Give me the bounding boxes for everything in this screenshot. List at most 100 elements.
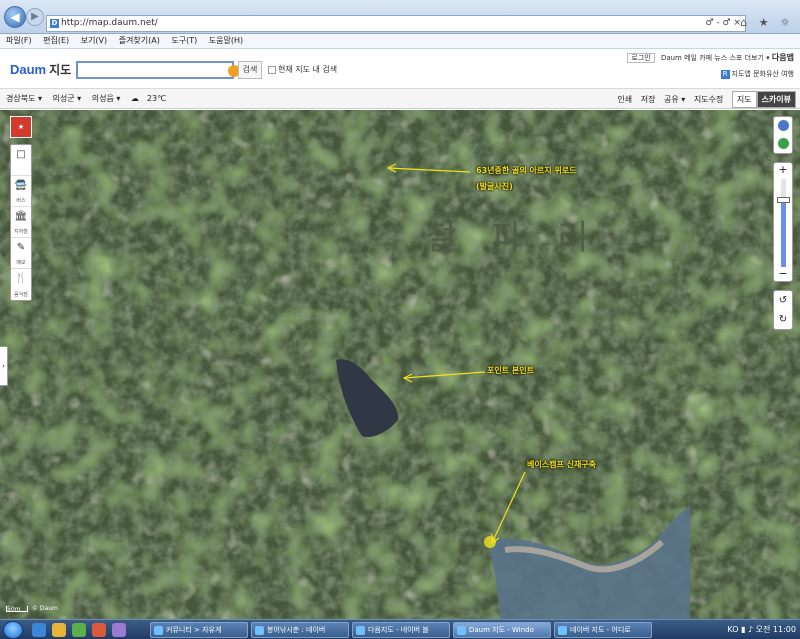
zoom-out-button[interactable]: −: [774, 268, 792, 280]
view-mode-buttons: [773, 116, 793, 154]
search-in-map-checkbox[interactable]: 현재 지도 내 검색: [268, 64, 337, 75]
square-icon: □: [16, 149, 26, 160]
logo-text: Daum: [10, 62, 47, 77]
zoom-slider-handle[interactable]: [777, 197, 790, 203]
tool-restaurant-label: 음식점: [14, 292, 28, 298]
menu-view[interactable]: 보기(V): [81, 36, 107, 45]
menu-file[interactable]: 파일(F): [6, 36, 32, 45]
menu-help[interactable]: 도움말(H): [209, 36, 243, 45]
link-map-app[interactable]: 지도앱: [732, 70, 751, 78]
window-icon: [255, 626, 264, 635]
favorite-button[interactable]: ★: [10, 116, 32, 138]
weather-temp: 23℃: [146, 94, 167, 103]
edit-map-button[interactable]: 지도수정: [694, 95, 723, 104]
pencil-icon: ✎: [16, 242, 26, 253]
daum-header: Daum 지도 검색 현재 지도 내 검색 로그인 Daum 메일 카페 뉴스 스…: [0, 49, 800, 89]
satellite-map[interactable]: 철 파 리 63년중한 골의 아르지 위로드 (발굴사진) 포인트 본인트 베이…: [0, 110, 800, 619]
tool-restaurant[interactable]: 🍴 음식점: [11, 269, 31, 300]
brand-right[interactable]: 다음맵: [772, 53, 794, 62]
region-bar: 경상북도 ▾ 의성군 ▾ 의성읍 ▾ ☁ 23℃ 인쇄 저장 공유 ▾ 지도수정 …: [0, 89, 800, 109]
app2-quicklaunch-icon[interactable]: [112, 623, 126, 637]
taskbar-window-2[interactable]: 붕어낚시춘 : 네이버: [251, 622, 349, 638]
taskbar-window-1[interactable]: 커뮤니티 > 자유게: [150, 622, 248, 638]
share-button[interactable]: 공유 ▾: [664, 95, 685, 104]
address-bar-area: ◀ ▶ D http://map.daum.net/ ♂ - ♂ × ⌂ ★ ☼: [0, 0, 800, 34]
browser-window: ◀ ▶ D http://map.daum.net/ ♂ - ♂ × ⌂ ★ ☼…: [0, 0, 800, 639]
tool-memo[interactable]: ✎ 메모: [11, 238, 31, 269]
map-scale: 50m © Daum: [6, 605, 58, 613]
search-button[interactable]: 검색: [238, 61, 262, 79]
search-input[interactable]: [76, 61, 240, 79]
ie-quicklaunch-icon[interactable]: [32, 623, 46, 637]
sub-links: R 지도앱 문화유산 여행: [720, 69, 794, 79]
taskbar-window-3[interactable]: 다음지도 - 네이버 블: [352, 622, 450, 638]
window-icon: [558, 626, 567, 635]
language-indicator[interactable]: KO: [727, 625, 738, 634]
zoom-control[interactable]: + −: [773, 162, 793, 282]
weather-icon: ☁: [130, 94, 139, 103]
scale-bar: 50m: [6, 606, 28, 613]
map-actions: 인쇄 저장 공유 ▾ 지도수정 지도 스카이뷰: [617, 91, 796, 108]
window-icon: [154, 626, 163, 635]
link-sports[interactable]: 스포: [729, 54, 742, 62]
tool-bus-label: 버스: [16, 198, 26, 204]
region-province[interactable]: 경상북도 ▾: [6, 94, 42, 103]
skyview-button[interactable]: 스카이뷰: [756, 91, 796, 108]
app-quicklaunch-icon[interactable]: [92, 623, 106, 637]
taskbar-window-4-label: Daum 지도 - Windo: [469, 626, 534, 634]
tool-subway[interactable]: 🏛 지하철: [11, 207, 31, 238]
browser-toolbar-icons[interactable]: ⌂ ★ ☼: [740, 16, 794, 29]
save-button[interactable]: 저장: [641, 95, 656, 104]
roadview-icon[interactable]: [778, 120, 789, 131]
folder-quicklaunch-icon[interactable]: [52, 623, 66, 637]
zoom-in-button[interactable]: +: [774, 164, 792, 176]
menu-tools[interactable]: 도구(T): [171, 36, 197, 45]
bus-icon: 🚍: [14, 180, 28, 191]
rotate-control[interactable]: ↺ ↻: [773, 290, 793, 330]
network-icon[interactable]: ▮: [741, 625, 745, 634]
region-county[interactable]: 의성군 ▾: [53, 94, 82, 103]
forward-button[interactable]: ▶: [26, 8, 44, 26]
back-button[interactable]: ◀: [4, 6, 26, 28]
url-input[interactable]: D http://map.daum.net/ ♂ - ♂ ×: [46, 15, 746, 32]
link-daum[interactable]: Daum: [661, 54, 682, 62]
app-icon: R: [720, 70, 730, 79]
print-button[interactable]: 인쇄: [617, 95, 632, 104]
link-travel[interactable]: 여행: [781, 70, 794, 78]
start-button[interactable]: [3, 621, 23, 639]
rotate-right-icon[interactable]: ↻: [779, 314, 787, 325]
tray-clock[interactable]: 오전 11:00: [756, 625, 796, 634]
satellite-imagery: [0, 110, 800, 619]
system-tray: KO ▮ ♪ 오전 11:00: [727, 620, 796, 639]
link-news[interactable]: 뉴스: [714, 54, 727, 62]
region-town[interactable]: 의성읍 ▾: [92, 94, 121, 103]
tool-square[interactable]: □: [11, 145, 31, 176]
search-in-map-label: 현재 지도 내 검색: [278, 65, 338, 74]
menu-favorites[interactable]: 즐겨찾기(A): [119, 36, 160, 45]
url-tools[interactable]: ♂ - ♂ ×: [705, 16, 741, 31]
left-tool-list: □ 🚍 버스 🏛 지하철 ✎ 메모 🍴 음식점: [10, 144, 32, 301]
tool-bus[interactable]: 🚍 버스: [11, 176, 31, 207]
window-icon: [457, 626, 466, 635]
link-more[interactable]: 더보기 ▾: [745, 54, 770, 62]
fork-knife-icon: 🍴: [14, 273, 28, 284]
annotation-label-1: 63년중한 골의 아르지 위로드: [476, 166, 577, 175]
taskbar-window-5[interactable]: 네이버 지도 - 어디로: [554, 622, 652, 638]
menu-edit[interactable]: 편집(E): [43, 36, 69, 45]
login-button[interactable]: 로그인: [627, 53, 655, 63]
side-panel-toggle[interactable]: ›: [0, 346, 8, 386]
link-mail[interactable]: 메일: [684, 54, 697, 62]
rotate-left-icon[interactable]: ↺: [779, 295, 787, 306]
media-quicklaunch-icon[interactable]: [72, 623, 86, 637]
url-text: http://map.daum.net/: [61, 18, 158, 28]
checkbox-icon[interactable]: [268, 65, 276, 74]
annotation-label-4: 베이스캠프 신재구축: [527, 460, 597, 469]
daum-logo[interactable]: Daum 지도: [10, 61, 71, 78]
taskbar-window-4-active[interactable]: Daum 지도 - Windo: [453, 622, 551, 638]
window-icon: [356, 626, 365, 635]
map-view-button[interactable]: 지도: [731, 91, 757, 108]
link-cafe[interactable]: 카페: [699, 54, 712, 62]
link-heritage[interactable]: 문화유산: [753, 70, 779, 78]
skyview-mode-icon[interactable]: [778, 138, 789, 149]
volume-icon[interactable]: ♪: [748, 625, 753, 634]
